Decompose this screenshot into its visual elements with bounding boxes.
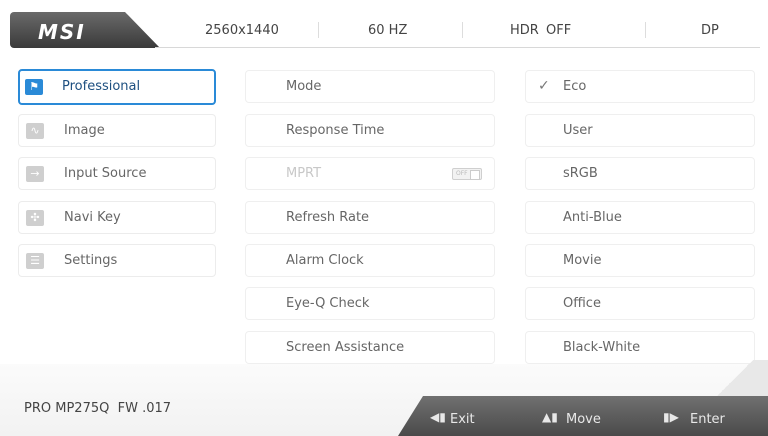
flag-icon: ⚑ [25, 79, 43, 95]
model-info: PRO MP275Q FW .017 [24, 401, 171, 416]
toggle-state: OFF [456, 170, 468, 177]
submenu-item-eye-q-check[interactable]: Eye-Q Check [245, 287, 495, 320]
joystick-move-icon: ▲▮ [542, 410, 558, 424]
option-label: Black-White [563, 340, 641, 355]
menu-item-label: Professional [62, 79, 141, 94]
option-anti-blue[interactable]: Anti-Blue [525, 201, 755, 234]
toggle-knob [470, 170, 480, 180]
submenu-item-label: Refresh Rate [286, 210, 370, 225]
option-label: Anti-Blue [563, 210, 622, 225]
image-icon: ∿ [26, 123, 44, 139]
joystick-enter-icon: ▮▶ [663, 410, 679, 424]
menu-item-label: Input Source [64, 166, 147, 181]
status-divider [155, 47, 760, 48]
hdr-label: HDR [510, 23, 539, 38]
menu-item-label: Settings [64, 253, 118, 268]
arrow-right-icon: → [26, 166, 44, 182]
brand-tab [10, 12, 160, 48]
submenu-item-mode[interactable]: Mode [245, 70, 495, 103]
input-source-text: DP [701, 23, 719, 38]
firmware-version: FW .017 [117, 401, 172, 416]
menu-item-navi-key[interactable]: ✣ Navi Key [18, 201, 216, 234]
enter-hint: Enter [690, 412, 725, 427]
option-label: Office [563, 296, 601, 311]
refresh-rate-text: 60 HZ [368, 23, 408, 38]
menu-item-professional[interactable]: ⚑ Professional [18, 69, 216, 105]
hdr-value: OFF [546, 23, 572, 38]
joystick-left-icon: ◀▮ [430, 410, 446, 424]
separator [462, 22, 463, 38]
separator [318, 22, 319, 38]
submenu-item-label: Response Time [286, 123, 385, 138]
submenu-item-label: MPRT [286, 166, 322, 181]
submenu-item-alarm-clock[interactable]: Alarm Clock [245, 244, 495, 277]
submenu-item-mprt: MPRT OFF [245, 157, 495, 190]
submenu-item-screen-assistance[interactable]: Screen Assistance [245, 331, 495, 364]
menu-item-label: Navi Key [64, 210, 121, 225]
move-hint: Move [566, 412, 601, 427]
brand-logo: MSI [38, 20, 86, 44]
submenu-item-label: Mode [286, 79, 322, 94]
navi-key-icon: ✣ [26, 210, 44, 226]
menu-item-settings[interactable]: ☰ Settings [18, 244, 216, 277]
option-movie[interactable]: Movie [525, 244, 755, 277]
option-label: Movie [563, 253, 602, 268]
resolution-text: 2560x1440 [205, 23, 279, 38]
submenu-item-label: Eye-Q Check [286, 296, 370, 311]
sliders-icon: ☰ [26, 253, 44, 269]
separator [645, 22, 646, 38]
option-user[interactable]: User [525, 114, 755, 147]
option-office[interactable]: Office [525, 287, 755, 320]
option-eco[interactable]: ✓ Eco [525, 70, 755, 103]
option-srgb[interactable]: sRGB [525, 157, 755, 190]
status-bar: MSI 2560x1440 60 HZ HDR OFF DP [0, 0, 768, 60]
menu-item-label: Image [64, 123, 105, 138]
option-label: Eco [563, 79, 587, 94]
decorative-corner [698, 360, 768, 400]
option-label: sRGB [563, 166, 598, 181]
model-name: PRO MP275Q [24, 401, 110, 416]
mprt-toggle: OFF [452, 168, 482, 180]
checkmark-icon: ✓ [538, 78, 550, 94]
option-label: User [563, 123, 593, 138]
exit-hint: Exit [450, 412, 475, 427]
menu-item-image[interactable]: ∿ Image [18, 114, 216, 147]
submenu-item-label: Alarm Clock [286, 253, 364, 268]
submenu-item-refresh-rate[interactable]: Refresh Rate [245, 201, 495, 234]
menu-item-input-source[interactable]: → Input Source [18, 157, 216, 190]
submenu-item-response-time[interactable]: Response Time [245, 114, 495, 147]
submenu-item-label: Screen Assistance [286, 340, 405, 355]
